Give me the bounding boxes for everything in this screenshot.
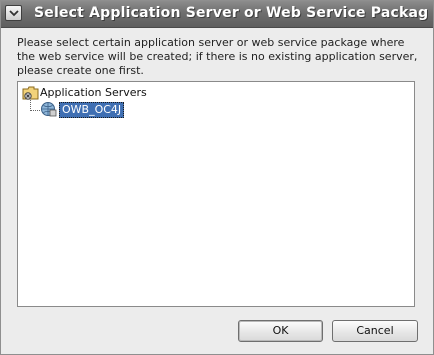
tree-connector xyxy=(30,97,31,111)
tree-connector xyxy=(30,110,40,111)
select-app-server-dialog: Select Application Server or Web Service… xyxy=(0,0,434,355)
dialog-title: Select Application Server or Web Service… xyxy=(34,5,429,21)
title-bar[interactable]: Select Application Server or Web Service… xyxy=(1,1,433,28)
app-server-icon xyxy=(41,102,57,117)
window-menu-button[interactable] xyxy=(5,5,22,21)
tree-node-label: OWB_OC4J xyxy=(59,102,125,118)
cancel-button[interactable]: Cancel xyxy=(332,320,418,342)
server-tree[interactable]: Application Servers OWB_OC4J xyxy=(17,81,415,307)
ok-button[interactable]: OK xyxy=(238,320,323,342)
tree-node-label: Application Servers xyxy=(40,86,147,99)
instructions-text: Please select certain application server… xyxy=(17,36,418,77)
chevron-down-icon xyxy=(9,10,19,17)
